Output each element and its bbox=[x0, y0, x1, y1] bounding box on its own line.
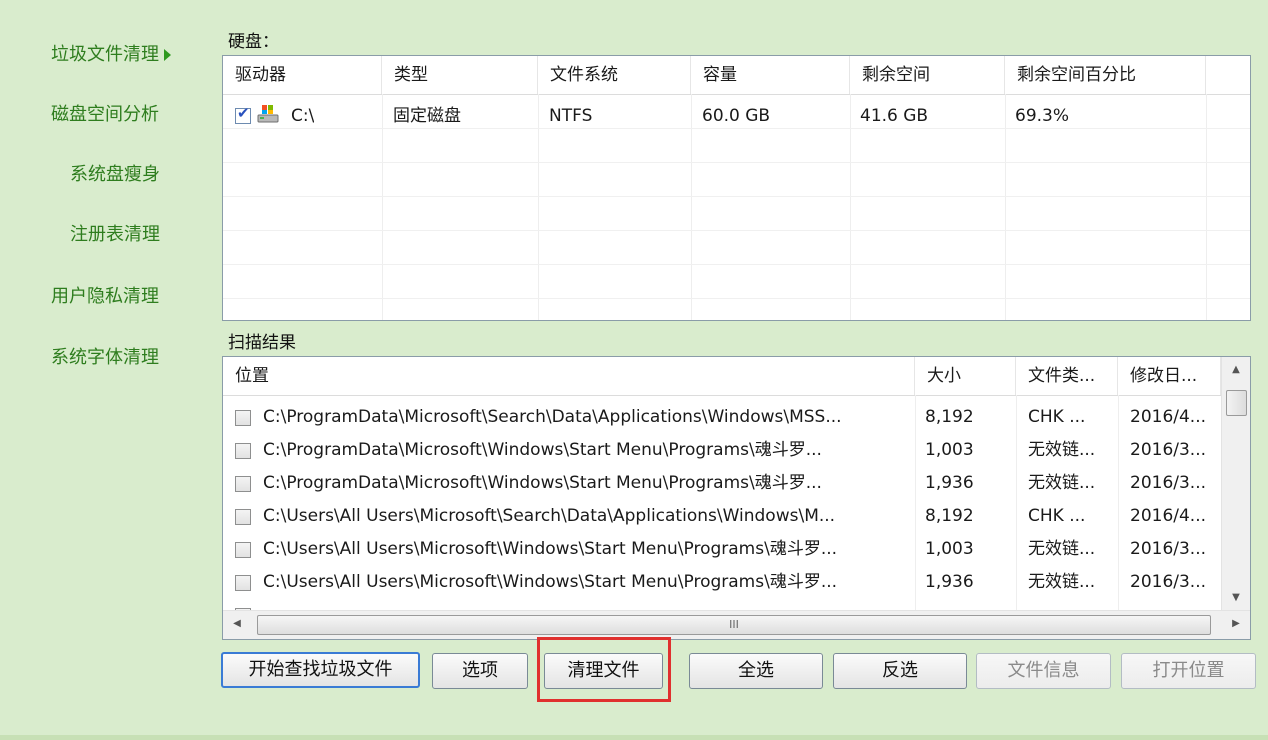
column-drive[interactable]: 驱动器 bbox=[223, 56, 382, 94]
cell-file-type: 无效链... bbox=[1028, 440, 1096, 460]
sidebar-item-fonts[interactable]: 系统字体清理 bbox=[51, 343, 159, 369]
active-arrow-icon bbox=[164, 49, 171, 61]
column-location[interactable]: 位置 bbox=[223, 357, 915, 395]
cell-size: 8,192 bbox=[925, 506, 974, 526]
column-modified-date[interactable]: 修改日... bbox=[1118, 357, 1221, 395]
cell-filesystem: NTFS bbox=[549, 106, 593, 126]
scan-section-label: 扫描结果 bbox=[228, 333, 296, 353]
cell-modified-date: 2016/3... bbox=[1130, 539, 1207, 559]
cell-file-type: CHK ... bbox=[1028, 506, 1086, 526]
column-capacity[interactable]: 容量 bbox=[691, 56, 850, 94]
cell-modified-date: 2016/3... bbox=[1130, 440, 1207, 460]
horizontal-scroll-thumb[interactable]: III bbox=[257, 615, 1211, 635]
sidebar-item-label: 系统盘瘦身 bbox=[70, 164, 160, 185]
column-free-space[interactable]: 剩余空间 bbox=[850, 56, 1005, 94]
row-checkbox[interactable] bbox=[235, 509, 251, 525]
cell-size: 1,936 bbox=[925, 473, 974, 493]
cell-type: 固定磁盘 bbox=[393, 106, 461, 126]
cell-capacity: 60.0 GB bbox=[702, 106, 771, 126]
cell-file-type: 无效链... bbox=[1028, 572, 1096, 592]
options-button[interactable]: 选项 bbox=[432, 653, 528, 689]
sidebar-item-label: 磁盘空间分析 bbox=[51, 104, 159, 125]
row-checkbox[interactable] bbox=[235, 575, 251, 591]
scroll-down-icon[interactable]: ▼ bbox=[1222, 585, 1250, 611]
sidebar-item-privacy[interactable]: 用户隐私清理 bbox=[51, 282, 159, 308]
sidebar-item-label: 垃圾文件清理 bbox=[51, 44, 159, 65]
column-free-percent[interactable]: 剩余空间百分比 bbox=[1005, 56, 1206, 94]
cell-location: C:\Users\All Users\Microsoft\Windows\Sta… bbox=[263, 539, 838, 559]
disk-table-header: 驱动器 类型 文件系统 容量 剩余空间 剩余空间百分比 bbox=[223, 56, 1250, 95]
row-checkbox[interactable] bbox=[235, 476, 251, 492]
cell-modified-date: 2016/4... bbox=[1130, 506, 1207, 526]
cell-location: C:\ProgramData\Microsoft\Windows\Start M… bbox=[263, 440, 822, 460]
cell-location: C:\Users\All Users\Microsoft\Windows\Sta… bbox=[263, 572, 838, 592]
scroll-right-icon[interactable]: ▶ bbox=[1222, 611, 1250, 637]
cell-size: 8,192 bbox=[925, 407, 974, 427]
cell-modified-date: 2016/3... bbox=[1130, 473, 1207, 493]
file-info-button[interactable]: 文件信息 bbox=[976, 653, 1111, 689]
cell-file-type: CHK ... bbox=[1028, 407, 1086, 427]
invert-selection-button[interactable]: 反选 bbox=[833, 653, 967, 689]
highlight-annotation bbox=[537, 637, 671, 702]
cell-location: C:\ProgramData\Microsoft\Windows\Start M… bbox=[263, 473, 822, 493]
sidebar-item-label: 注册表清理 bbox=[70, 224, 160, 245]
cell-size: 1,003 bbox=[925, 539, 974, 559]
column-type[interactable]: 类型 bbox=[382, 56, 538, 94]
vertical-scrollbar[interactable]: ▲ ▼ bbox=[1221, 357, 1250, 611]
drive-checkbox[interactable] bbox=[235, 104, 251, 124]
cell-size: 1,003 bbox=[925, 440, 974, 460]
cell-file-type: 无效链... bbox=[1028, 539, 1096, 559]
cell-modified-date: 2016/3... bbox=[1130, 572, 1207, 592]
scan-table-header: 位置 大小 文件类... 修改日... bbox=[223, 357, 1222, 396]
cell-free-space: 41.6 GB bbox=[860, 106, 929, 126]
sidebar-item-junk-cleanup[interactable]: 垃圾文件清理 bbox=[51, 40, 171, 66]
cell-size: 1,936 bbox=[925, 572, 974, 592]
sidebar-item-system-slim[interactable]: 系统盘瘦身 bbox=[70, 160, 160, 186]
column-size[interactable]: 大小 bbox=[915, 357, 1016, 395]
column-filesystem[interactable]: 文件系统 bbox=[538, 56, 691, 94]
column-file-type[interactable]: 文件类... bbox=[1016, 357, 1118, 395]
cell-file-type: 无效链... bbox=[1028, 473, 1096, 493]
select-all-button[interactable]: 全选 bbox=[689, 653, 823, 689]
cell-modified-date: 2016/4... bbox=[1130, 407, 1207, 427]
start-scan-button[interactable]: 开始查找垃圾文件 bbox=[221, 652, 420, 688]
cell-free-percent: 69.3% bbox=[1015, 106, 1070, 126]
drive-icon bbox=[257, 105, 279, 123]
row-checkbox[interactable] bbox=[235, 410, 251, 426]
sidebar-item-label: 用户隐私清理 bbox=[51, 286, 159, 307]
vertical-scroll-thumb[interactable] bbox=[1226, 390, 1247, 416]
row-checkbox[interactable] bbox=[235, 542, 251, 558]
cell-location: C:\Users\All Users\Microsoft\Search\Data… bbox=[263, 506, 836, 526]
open-location-button[interactable]: 打开位置 bbox=[1121, 653, 1256, 689]
scan-results-table[interactable]: 位置 大小 文件类... 修改日... C:\ProgramData\Micro… bbox=[222, 356, 1251, 640]
sidebar-item-registry[interactable]: 注册表清理 bbox=[70, 220, 160, 246]
scroll-left-icon[interactable]: ◀ bbox=[223, 611, 251, 637]
cell-location: C:\ProgramData\Microsoft\Search\Data\App… bbox=[263, 407, 842, 427]
sidebar-item-label: 系统字体清理 bbox=[51, 347, 159, 368]
sidebar-item-disk-analysis[interactable]: 磁盘空间分析 bbox=[51, 100, 159, 126]
disk-table[interactable]: 驱动器 类型 文件系统 容量 剩余空间 剩余空间百分比 C:\ 固定磁盘 NTF… bbox=[222, 55, 1251, 321]
disk-section-label: 硬盘： bbox=[228, 32, 279, 52]
cell-drive: C:\ bbox=[291, 106, 315, 126]
row-checkbox[interactable] bbox=[235, 443, 251, 459]
bottom-border bbox=[0, 735, 1268, 740]
scroll-up-icon[interactable]: ▲ bbox=[1222, 357, 1250, 383]
horizontal-scrollbar[interactable]: ◀ III ▶ bbox=[223, 610, 1250, 639]
